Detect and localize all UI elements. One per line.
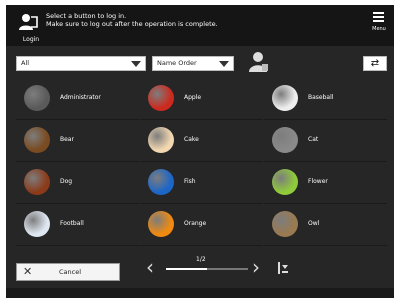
user-button-fish[interactable]: Fish <box>140 163 263 204</box>
instruction-line-1: Select a button to log in. <box>46 12 127 20</box>
login-icon <box>19 14 38 30</box>
category-value: All <box>21 59 30 67</box>
jump-to-page-icon[interactable] <box>277 261 289 275</box>
user-name: Fish <box>184 178 196 185</box>
page-indicator: 1/2 <box>196 256 206 263</box>
user-button-flower[interactable]: Flower <box>264 163 387 204</box>
page-scrollbar-thumb[interactable] <box>166 268 207 270</box>
close-icon: ✕ <box>23 265 33 278</box>
menu-label: Menu <box>372 26 386 32</box>
login-button[interactable]: Login <box>17 9 41 43</box>
football-icon <box>24 211 50 237</box>
menu-icon <box>373 12 384 24</box>
previous-page-button[interactable]: ‹ <box>146 257 154 277</box>
apple-icon <box>148 85 174 111</box>
user-grid: Administrator Apple Baseball Bear Cake Cat Dog… <box>16 79 388 247</box>
user-button-administrator[interactable]: Administrator <box>16 79 139 120</box>
user-name: Administrator <box>60 94 101 101</box>
login-screen: Login Select a button to log in. Make su… <box>6 5 394 298</box>
cat-icon <box>272 127 298 153</box>
sort-dropdown[interactable]: Name Order <box>152 56 234 71</box>
menu-button[interactable]: Menu <box>370 10 388 38</box>
user-button-baseball[interactable]: Baseball <box>264 79 387 120</box>
refresh-button[interactable]: ⇄ <box>363 56 387 71</box>
user-button-cat[interactable]: Cat <box>264 121 387 162</box>
user-name: Cake <box>184 136 199 143</box>
user-name: Football <box>60 220 84 227</box>
user-button-football[interactable]: Football <box>16 205 139 246</box>
user-name: Bear <box>60 136 74 143</box>
user-button-orange[interactable]: Orange <box>140 205 263 246</box>
cancel-label: Cancel <box>59 268 82 276</box>
user-name: Dog <box>60 178 73 185</box>
flower-icon <box>272 169 298 195</box>
baseball-icon <box>272 85 298 111</box>
chevron-down-icon <box>131 61 141 67</box>
login-label: Login <box>22 36 40 43</box>
bottom-band <box>6 288 394 298</box>
user-button-owl[interactable]: Owl <box>264 205 387 246</box>
user-name: Cat <box>308 136 319 143</box>
sort-value: Name Order <box>157 59 197 67</box>
user-name: Owl <box>308 220 320 227</box>
user-name: Baseball <box>308 94 334 101</box>
user-name: Flower <box>308 178 328 185</box>
user-name: Apple <box>184 94 202 101</box>
silhouette-icon <box>24 85 50 111</box>
page-scrollbar[interactable] <box>166 268 248 270</box>
next-page-button[interactable]: › <box>252 257 260 277</box>
user-name: Orange <box>184 220 207 227</box>
user-button-bear[interactable]: Bear <box>16 121 139 162</box>
top-bar: Login Select a button to log in. Make su… <box>6 5 394 46</box>
category-dropdown[interactable]: All <box>16 56 146 71</box>
fish-icon <box>148 169 174 195</box>
dog-icon <box>24 169 50 195</box>
bear-icon <box>24 127 50 153</box>
user-button-apple[interactable]: Apple <box>140 79 263 120</box>
cancel-button[interactable]: ✕ Cancel <box>16 263 120 281</box>
instruction-line-2: Make sure to log out after the operation… <box>46 20 218 28</box>
owl-icon <box>272 211 298 237</box>
cake-icon <box>148 127 174 153</box>
user-button-cake[interactable]: Cake <box>140 121 263 162</box>
user-button-dog[interactable]: Dog <box>16 163 139 204</box>
instruction-text: Select a button to log in. Make sure to … <box>46 12 218 28</box>
refresh-icon: ⇄ <box>370 58 380 69</box>
user-manage-icon[interactable] <box>249 51 269 73</box>
orange-icon <box>148 211 174 237</box>
chevron-down-icon <box>219 61 229 67</box>
